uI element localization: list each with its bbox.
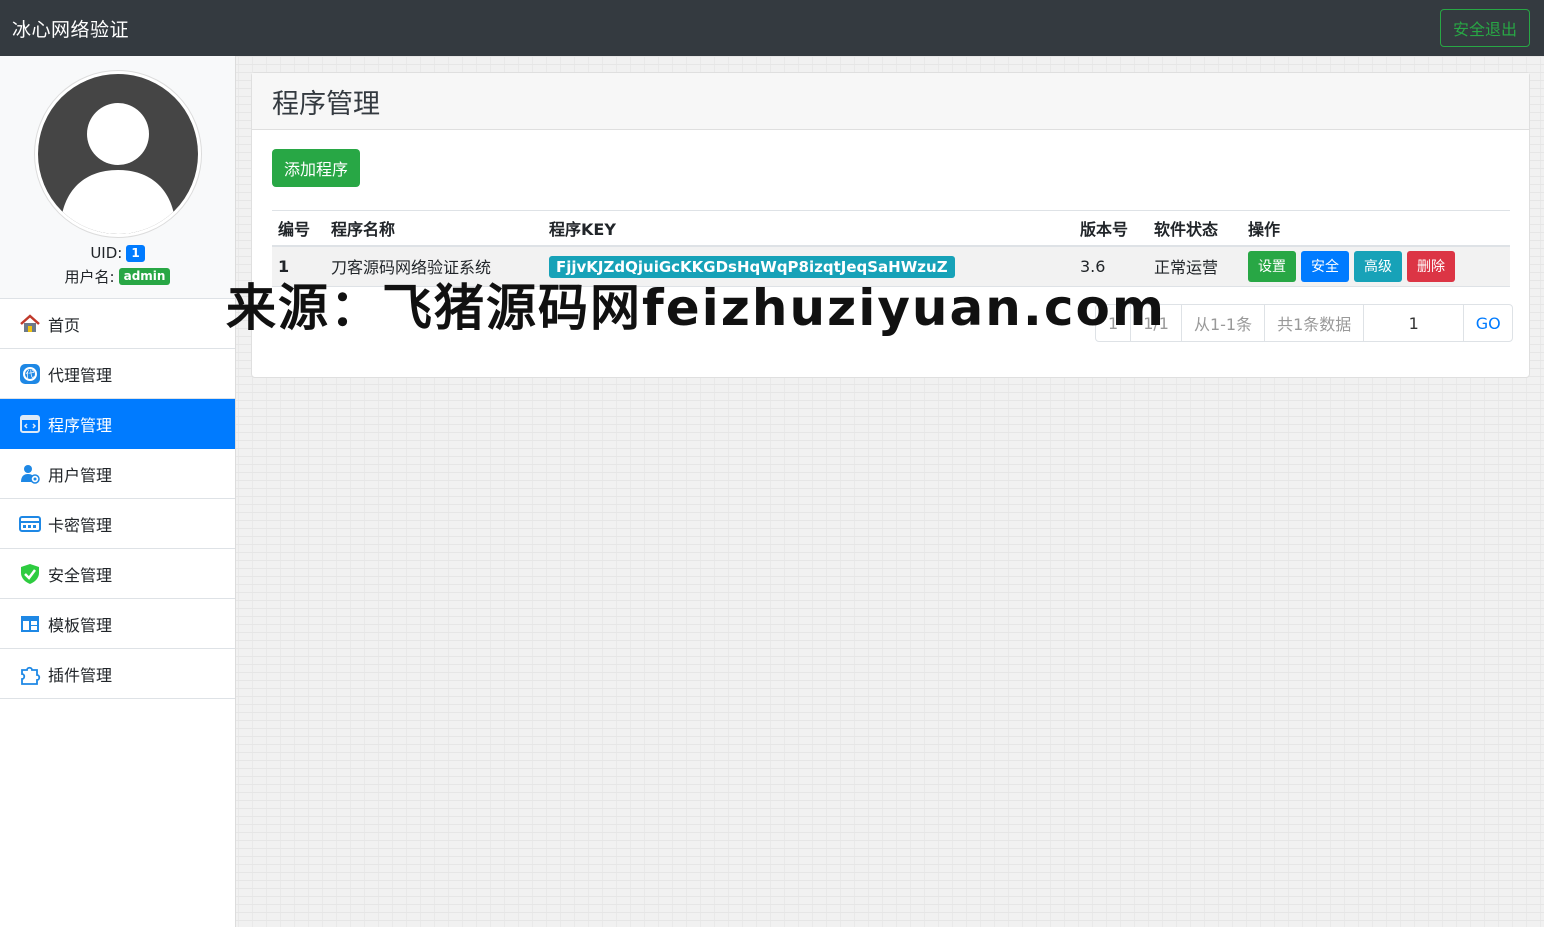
go-button[interactable]: GO (1464, 305, 1512, 341)
sidebar-item-agents[interactable]: 代 代理管理 (0, 349, 235, 399)
advanced-button[interactable]: 高级 (1354, 250, 1402, 282)
sidebar-item-label: 插件管理 (48, 665, 113, 685)
first-page-link[interactable]: 1 (1096, 305, 1132, 341)
cell-name: 刀客源码网络验证系统 (325, 245, 543, 287)
cell-id: 1 (272, 245, 325, 287)
cell-version: 3.6 (1074, 245, 1148, 287)
sidebar-item-label: 代理管理 (48, 365, 113, 385)
cell-actions: 设置 安全 高级 删除 (1242, 245, 1510, 287)
avatar-image (37, 74, 198, 234)
username-line: 用户名: admin (65, 266, 171, 287)
page-number-input[interactable] (1364, 305, 1465, 341)
settings-button[interactable]: 设置 (1248, 250, 1296, 282)
program-key-badge: FjjvKJZdQjuiGcKKGDsHqWqP8izqtJeqSaHWzuZ (549, 255, 955, 278)
program-table: 编号 程序名称 程序KEY 版本号 软件状态 操作 1 刀客源码网络验证系统 F… (272, 210, 1510, 287)
range-text: 从1-1条 (1182, 305, 1266, 341)
total-text: 共1条数据 (1265, 305, 1365, 341)
username-badge: admin (118, 268, 171, 285)
column-header-name: 程序名称 (325, 210, 543, 247)
sidebar-item-security[interactable]: 安全管理 (0, 549, 235, 599)
security-button[interactable]: 安全 (1301, 250, 1349, 282)
username-label: 用户名: (64, 268, 115, 286)
sidebar-item-label: 卡密管理 (48, 515, 113, 535)
program-management-card: 程序管理 添加程序 编号 程序名称 程序KEY 版本号 软件状态 操作 1 刀客… (251, 72, 1530, 378)
app-title: 冰心网络验证 (12, 18, 130, 41)
shield-icon (18, 562, 42, 586)
sidebar-item-label: 首页 (48, 315, 81, 335)
sidebar-item-users[interactable]: 用户管理 (0, 449, 235, 499)
sidebar-item-label: 安全管理 (48, 565, 113, 585)
sidebar-item-plugins[interactable]: 插件管理 (0, 649, 235, 699)
users-icon (18, 462, 42, 486)
sidebar: UID: 1 用户名: admin 首页 代 代理管理 程序管理 用户管理 卡密… (0, 56, 236, 927)
column-header-key: 程序KEY (543, 210, 1074, 247)
sidebar-menu: 首页 代 代理管理 程序管理 用户管理 卡密管理 安全管理 模板管理 插件管理 (0, 299, 235, 699)
column-header-id: 编号 (272, 210, 325, 247)
home-icon (18, 312, 42, 336)
sidebar-item-templates[interactable]: 模板管理 (0, 599, 235, 649)
svg-text:代: 代 (25, 369, 34, 380)
profile-panel: UID: 1 用户名: admin (0, 56, 235, 299)
agent-icon: 代 (18, 362, 42, 386)
puzzle-icon (18, 662, 42, 686)
column-header-status: 软件状态 (1148, 210, 1242, 247)
column-header-version: 版本号 (1074, 210, 1148, 247)
sidebar-item-label: 模板管理 (48, 615, 113, 635)
sidebar-item-home[interactable]: 首页 (0, 299, 235, 349)
avatar (33, 70, 202, 238)
user-silhouette-icon (59, 103, 176, 234)
cell-key: FjjvKJZdQjuiGcKKGDsHqWqP8izqtJeqSaHWzuZ (543, 245, 1074, 287)
logout-button[interactable]: 安全退出 (1439, 9, 1530, 47)
sidebar-item-label: 程序管理 (48, 415, 113, 435)
column-header-actions: 操作 (1242, 210, 1510, 247)
template-icon (18, 612, 42, 636)
page-indicator: 1/1 (1131, 305, 1182, 341)
sidebar-item-programs[interactable]: 程序管理 (0, 399, 235, 449)
sidebar-item-label: 用户管理 (48, 465, 113, 485)
table-row: 1 刀客源码网络验证系统 FjjvKJZdQjuiGcKKGDsHqWqP8iz… (272, 245, 1510, 287)
uid-badge: 1 (126, 244, 145, 262)
pagination: 1 1/1 从1-1条 共1条数据 GO (1095, 304, 1514, 342)
add-program-button[interactable]: 添加程序 (272, 149, 361, 187)
top-navbar: 冰心网络验证 安全退出 (0, 0, 1544, 56)
cell-status: 正常运营 (1148, 245, 1242, 287)
page-title: 程序管理 (252, 73, 1529, 130)
program-icon (18, 412, 42, 436)
sidebar-item-cards[interactable]: 卡密管理 (0, 499, 235, 549)
card-icon (18, 512, 42, 536)
uid-label: UID: (90, 244, 123, 262)
table-header-row: 编号 程序名称 程序KEY 版本号 软件状态 操作 (272, 210, 1510, 247)
delete-button[interactable]: 删除 (1407, 250, 1455, 282)
uid-line: UID: 1 (90, 244, 145, 262)
